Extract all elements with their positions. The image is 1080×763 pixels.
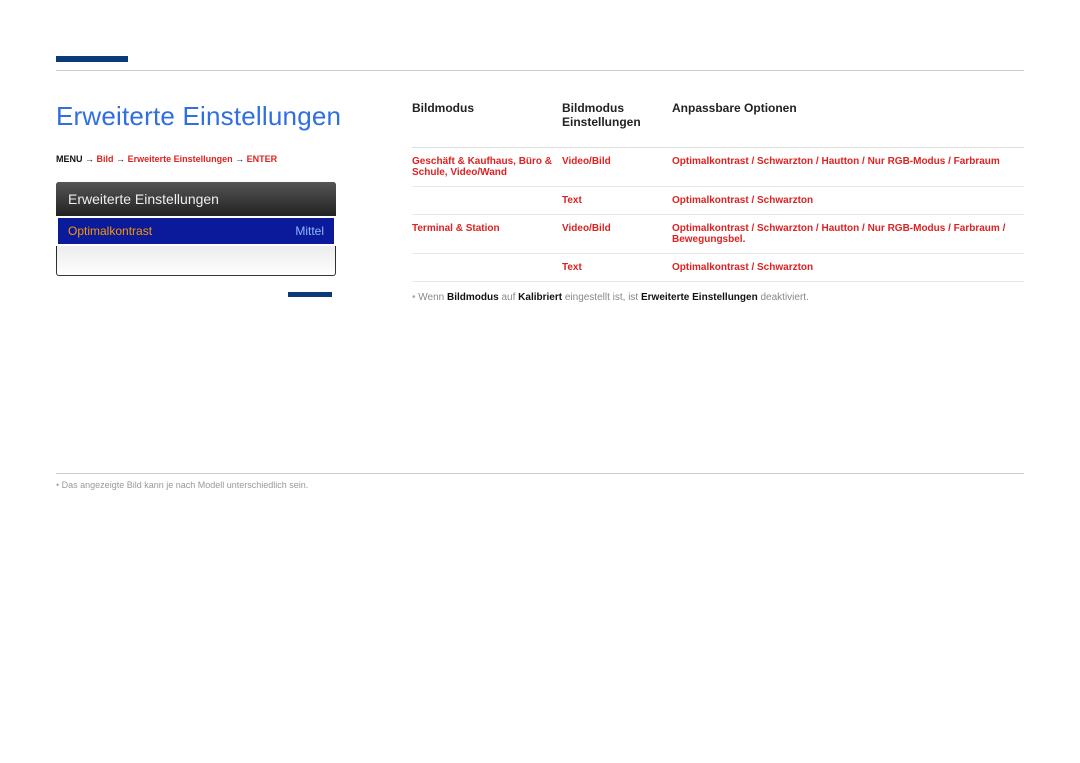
table-cell: Optimalkontrast / Schwarzton / Hautton /… — [672, 148, 1024, 187]
breadcrumb-prefix: MENU — [56, 154, 83, 164]
table-cell: Optimalkontrast / Schwarzton — [672, 254, 1024, 282]
options-table: Bildmodus Bildmodus Einstellungen Anpass… — [412, 101, 1024, 282]
table-cell: Text — [562, 187, 672, 215]
horizontal-rule-footer — [56, 473, 1024, 474]
small-accent-bar — [288, 292, 332, 297]
breadcrumb: MENU → Bild → Erweiterte Einstellungen →… — [56, 154, 376, 164]
table-row: Terminal & Station Video/Bild Optimalkon… — [412, 215, 1024, 254]
table-row: Text Optimalkontrast / Schwarzton — [412, 187, 1024, 215]
preview-row-value: Mittel — [295, 224, 324, 238]
note-k2: Kalibriert — [518, 292, 562, 303]
preview-selected-row[interactable]: Optimalkontrast Mittel — [56, 216, 336, 246]
note-post: deaktiviert. — [760, 292, 808, 303]
note-mid1: auf — [501, 292, 518, 303]
table-cell — [412, 254, 562, 282]
table-cell: Video/Bild — [562, 148, 672, 187]
breadcrumb-arrow: → — [116, 154, 125, 164]
table-cell: Optimalkontrast / Schwarzton — [672, 187, 1024, 215]
note-line: Wenn Bildmodus auf Kalibriert eingestell… — [412, 292, 1024, 303]
breadcrumb-seg1: Bild — [97, 154, 114, 164]
preview-panel: Erweiterte Einstellungen Optimalkontrast… — [56, 182, 336, 276]
breadcrumb-seg2: Erweiterte Einstellungen — [128, 154, 233, 164]
table-cell: Video/Bild — [562, 215, 672, 254]
horizontal-rule-top — [56, 70, 1024, 71]
table-cell: Text — [562, 254, 672, 282]
preview-row-label: Optimalkontrast — [68, 224, 152, 238]
breadcrumb-arrow: → — [235, 154, 244, 164]
breadcrumb-arrow: → — [85, 154, 94, 164]
right-column: Bildmodus Bildmodus Einstellungen Anpass… — [412, 101, 1024, 303]
left-column: Erweiterte Einstellungen MENU → Bild → E… — [56, 101, 376, 303]
table-cell: Optimalkontrast / Schwarzton / Hautton /… — [672, 215, 1024, 254]
table-row: Geschäft & Kaufhaus, Büro & Schule, Vide… — [412, 148, 1024, 187]
note-pre: Wenn — [418, 292, 447, 303]
note-mid2: eingestellt ist, ist — [565, 292, 641, 303]
table-row: Text Optimalkontrast / Schwarzton — [412, 254, 1024, 282]
note-k3: Erweiterte Einstellungen — [641, 292, 758, 303]
table-header-col1: Bildmodus — [412, 101, 562, 148]
table-cell — [412, 187, 562, 215]
page-title: Erweiterte Einstellungen — [56, 101, 376, 132]
table-header-col3: Anpassbare Optionen — [672, 101, 1024, 148]
top-accent-bar — [56, 56, 128, 62]
table-header-col2: Bildmodus Einstellungen — [562, 101, 672, 148]
table-cell: Geschäft & Kaufhaus, Büro & Schule, Vide… — [412, 148, 562, 187]
table-cell: Terminal & Station — [412, 215, 562, 254]
note-k1: Bildmodus — [447, 292, 499, 303]
footer-note: Das angezeigte Bild kann je nach Modell … — [56, 480, 1024, 490]
breadcrumb-seg3: ENTER — [247, 154, 278, 164]
preview-fade — [56, 246, 336, 276]
preview-title: Erweiterte Einstellungen — [56, 182, 336, 216]
